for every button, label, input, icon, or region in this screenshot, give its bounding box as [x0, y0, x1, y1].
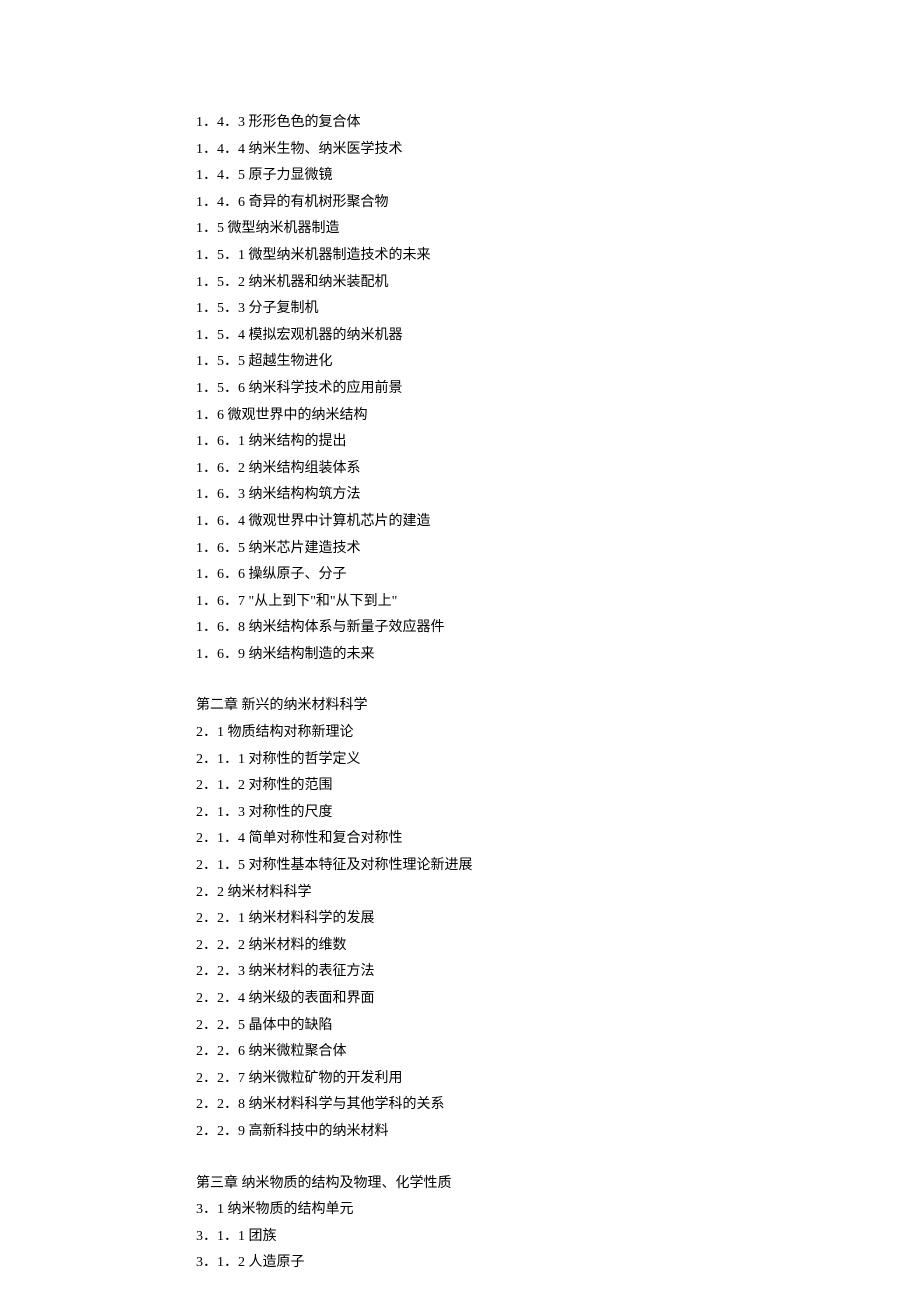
toc-entry: 1．6．1 纳米结构的提出	[196, 429, 920, 456]
toc-entry: 1．6．6 操纵原子、分子	[196, 562, 920, 589]
toc-entry: 1．4．4 纳米生物、纳米医学技术	[196, 137, 920, 164]
toc-entry: 2．1．2 对称性的范围	[196, 773, 920, 800]
toc-entry: 1．6．3 纳米结构构筑方法	[196, 482, 920, 509]
toc-entry: 1．5．2 纳米机器和纳米装配机	[196, 270, 920, 297]
toc-entry: 1．4．6 奇异的有机树形聚合物	[196, 190, 920, 217]
section-gap	[196, 668, 920, 693]
toc-entry: 2．2．5 晶体中的缺陷	[196, 1013, 920, 1040]
toc-entry: 1．6．8 纳米结构体系与新量子效应器件	[196, 615, 920, 642]
table-of-contents: 1．4．3 形形色色的复合体1．4．4 纳米生物、纳米医学技术1．4．5 原子力…	[196, 110, 920, 1277]
toc-entry: 1．6．9 纳米结构制造的未来	[196, 642, 920, 669]
toc-entry: 1．4．3 形形色色的复合体	[196, 110, 920, 137]
toc-entry: 1．6．7 "从上到下"和"从下到上"	[196, 589, 920, 616]
toc-entry: 2．1．3 对称性的尺度	[196, 800, 920, 827]
toc-entry: 1．5．5 超越生物进化	[196, 349, 920, 376]
toc-entry: 3．1．1 团族	[196, 1224, 920, 1251]
toc-entry: 2．2．2 纳米材料的维数	[196, 933, 920, 960]
toc-entry: 1．5 微型纳米机器制造	[196, 216, 920, 243]
toc-entry: 第二章 新兴的纳米材料科学	[196, 693, 920, 720]
toc-entry: 2．2 纳米材料科学	[196, 880, 920, 907]
toc-entry: 2．2．9 高新科技中的纳米材料	[196, 1119, 920, 1146]
toc-entry: 1．6．5 纳米芯片建造技术	[196, 536, 920, 563]
toc-entry: 2．2．1 纳米材料科学的发展	[196, 906, 920, 933]
toc-entry: 2．2．6 纳米微粒聚合体	[196, 1039, 920, 1066]
toc-entry: 2．1．1 对称性的哲学定义	[196, 747, 920, 774]
toc-entry: 1．4．5 原子力显微镜	[196, 163, 920, 190]
toc-entry: 1．5．3 分子复制机	[196, 296, 920, 323]
toc-entry: 2．2．3 纳米材料的表征方法	[196, 959, 920, 986]
toc-entry: 1．6．4 微观世界中计算机芯片的建造	[196, 509, 920, 536]
toc-entry: 2．1 物质结构对称新理论	[196, 720, 920, 747]
toc-entry: 1．5．4 模拟宏观机器的纳米机器	[196, 323, 920, 350]
toc-entry: 2．1．4 简单对称性和复合对称性	[196, 826, 920, 853]
toc-entry: 2．2．4 纳米级的表面和界面	[196, 986, 920, 1013]
toc-entry: 1．6．2 纳米结构组装体系	[196, 456, 920, 483]
toc-entry: 第三章 纳米物质的结构及物理、化学性质	[196, 1171, 920, 1198]
toc-entry: 3．1．2 人造原子	[196, 1250, 920, 1277]
toc-entry: 3．1 纳米物质的结构单元	[196, 1197, 920, 1224]
toc-entry: 1．5．1 微型纳米机器制造技术的未来	[196, 243, 920, 270]
toc-entry: 2．2．8 纳米材料科学与其他学科的关系	[196, 1092, 920, 1119]
toc-entry: 1．5．6 纳米科学技术的应用前景	[196, 376, 920, 403]
section-gap	[196, 1146, 920, 1171]
toc-entry: 2．1．5 对称性基本特征及对称性理论新进展	[196, 853, 920, 880]
toc-entry: 2．2．7 纳米微粒矿物的开发利用	[196, 1066, 920, 1093]
toc-entry: 1．6 微观世界中的纳米结构	[196, 403, 920, 430]
